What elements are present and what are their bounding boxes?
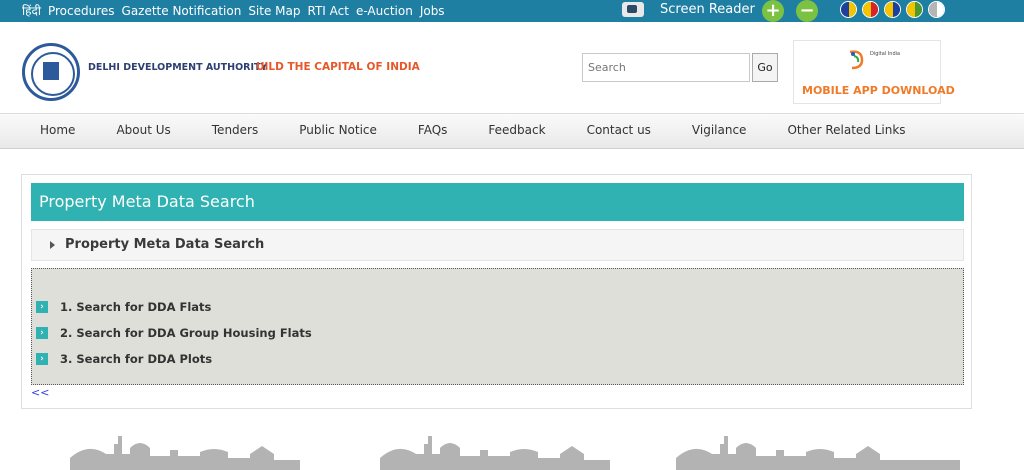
theme-green-button[interactable] [906, 1, 923, 18]
city-skyline-image [70, 436, 960, 470]
dda-logo[interactable] [22, 43, 80, 101]
top-link-jobs[interactable]: Jobs [420, 3, 445, 19]
nav-other-links[interactable]: Other Related Links [787, 123, 905, 137]
top-link-sitemap[interactable]: Site Map [248, 3, 300, 19]
theme-navy-button[interactable] [884, 1, 901, 18]
screen-reader-icon[interactable] [622, 2, 644, 17]
top-link-eauction[interactable]: e-Auction [356, 3, 413, 19]
nav-feedback[interactable]: Feedback [488, 123, 545, 137]
accordion-body: › 1. Search for DDA Flats › 2. Search fo… [31, 268, 964, 385]
increase-font-button[interactable]: + [762, 0, 784, 22]
theme-half-right [848, 2, 856, 17]
nav-about-us[interactable]: About Us [116, 123, 170, 137]
theme-half-right [892, 2, 900, 17]
theme-half-right [914, 2, 922, 17]
mobile-app-label: MOBILE APP DOWNLOAD [802, 84, 955, 97]
org-tagline: UILD THE CAPITAL OF INDIA [256, 61, 420, 73]
chevron-right-icon: › [36, 353, 48, 365]
nav-public-notice[interactable]: Public Notice [299, 123, 377, 137]
search-input[interactable] [582, 53, 750, 82]
chevron-right-icon: › [36, 301, 48, 313]
back-link[interactable]: << [31, 386, 49, 399]
main-nav: Home About Us Tenders Public Notice FAQs… [0, 113, 1024, 149]
link-group-housing-flats[interactable]: › 2. Search for DDA Group Housing Flats [36, 326, 312, 340]
theme-blue-button[interactable] [840, 1, 857, 18]
digital-india-text: Digital India [870, 51, 901, 57]
link-dda-plots[interactable]: › 3. Search for DDA Plots [36, 352, 212, 366]
accordion-title: Property Meta Data Search [65, 237, 265, 252]
theme-grey-button[interactable] [928, 1, 945, 18]
top-bar: हिंदी Procedures Gazette Notification Si… [0, 0, 1024, 22]
top-link-hindi[interactable]: हिंदी [22, 3, 41, 19]
chevron-right-icon: › [36, 327, 48, 339]
theme-red-button[interactable] [862, 1, 879, 18]
content-panel: Property Meta Data Search Property Meta … [21, 174, 972, 409]
nav-home[interactable]: Home [40, 123, 75, 137]
link-label: 1. Search for DDA Flats [60, 300, 212, 314]
panel-title: Property Meta Data Search [31, 183, 964, 221]
link-label: 3. Search for DDA Plots [60, 352, 213, 366]
digital-india-icon [849, 50, 864, 70]
top-nav: हिंदी Procedures Gazette Notification Si… [22, 3, 445, 19]
org-name: DELHI DEVELOPMENT AUTHORITY [88, 62, 268, 73]
theme-half-left [885, 2, 893, 17]
decrease-font-button[interactable]: − [796, 0, 818, 22]
screen-reader-link[interactable]: Screen Reader [660, 1, 755, 19]
search-go-button[interactable]: Go [752, 53, 778, 82]
top-link-procedures[interactable]: Procedures [48, 3, 115, 19]
theme-half-right [870, 2, 878, 17]
nav-vigilance[interactable]: Vigilance [692, 123, 747, 137]
nav-contact-us[interactable]: Contact us [587, 123, 651, 137]
link-label: 2. Search for DDA Group Housing Flats [60, 326, 312, 340]
skyline-shapes [70, 436, 960, 470]
caret-right-icon [50, 241, 55, 249]
link-dda-flats[interactable]: › 1. Search for DDA Flats [36, 300, 211, 314]
accordion-header[interactable]: Property Meta Data Search [31, 229, 964, 261]
theme-half-right [936, 2, 944, 17]
theme-half-left [841, 2, 849, 17]
theme-half-left [863, 2, 871, 17]
theme-half-left [929, 2, 937, 17]
top-link-gazette[interactable]: Gazette Notification [122, 3, 242, 19]
nav-tenders[interactable]: Tenders [212, 123, 258, 137]
nav-faqs[interactable]: FAQs [418, 123, 448, 137]
top-link-rti[interactable]: RTI Act [308, 3, 349, 19]
mobile-app-banner[interactable]: Digital India MOBILE APP DOWNLOAD [793, 40, 955, 104]
theme-half-left [907, 2, 915, 17]
